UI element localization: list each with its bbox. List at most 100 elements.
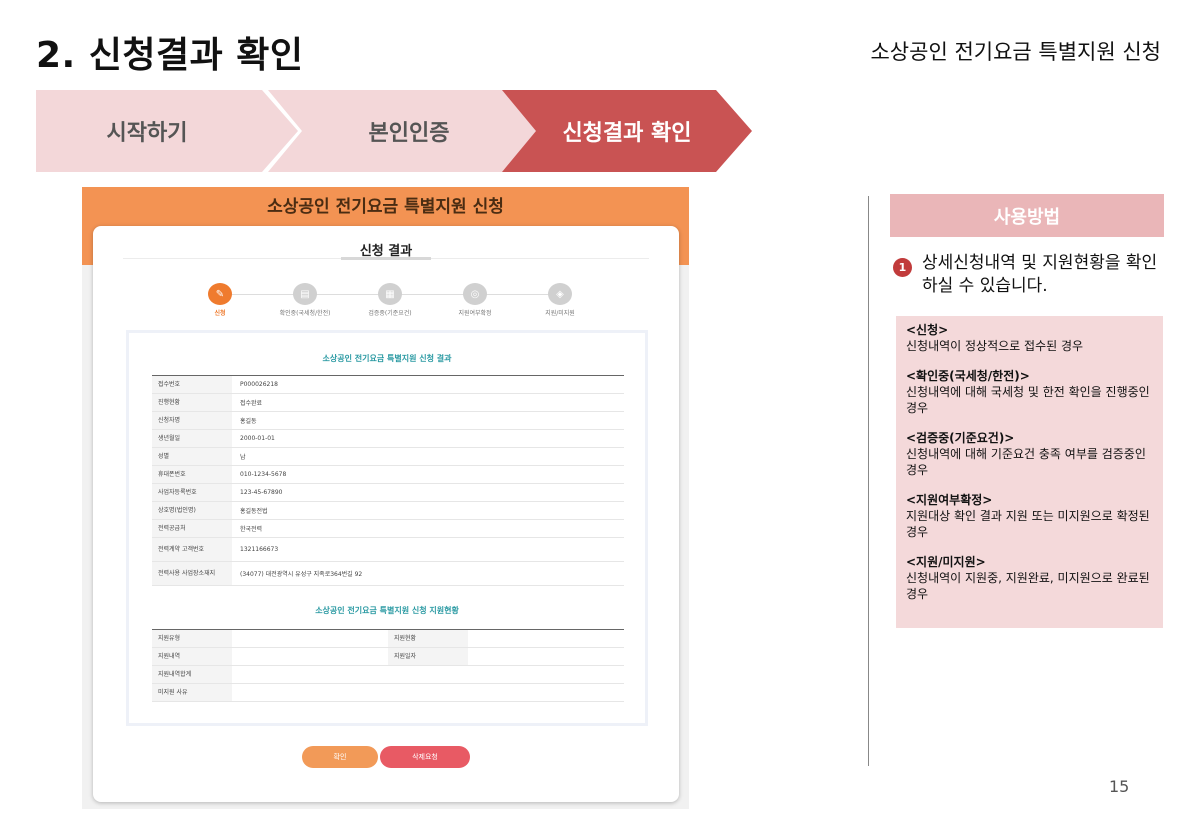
- table-row: 전력공급처 한국전력: [152, 520, 624, 538]
- row-value: 010-1234-5678: [240, 471, 287, 478]
- row-value: P000026218: [240, 381, 278, 388]
- progress-label: 확인중(국세청/한전): [279, 310, 331, 317]
- doc-icon: ▦: [378, 283, 402, 305]
- row-label: 지원현황: [388, 630, 468, 647]
- row-label: 접수번호: [152, 376, 232, 393]
- slide-title: 2. 신청결과 확인: [36, 35, 304, 76]
- row-label: 생년월일: [152, 430, 232, 447]
- row-value: 한국전력: [240, 526, 263, 533]
- row-label: 지원일자: [388, 648, 468, 665]
- table-row: 전력계약 고객번호 1321166673: [152, 538, 624, 562]
- table-row: 생년월일 2000-01-01: [152, 430, 624, 448]
- progress-label: 검증중(기준요건): [368, 310, 412, 317]
- legend-item: <지원/미지원> 신청내역이 지원중, 지원완료, 미지원으로 완료된 경우: [906, 554, 1153, 602]
- row-label: 지원내역: [152, 648, 232, 665]
- row-value: [232, 630, 388, 647]
- table-row: 사업자등록번호 123-45-67890: [152, 484, 624, 502]
- row-label: 진행현황: [152, 394, 232, 411]
- legend-head: <신청>: [906, 323, 949, 337]
- usage-step-text: 상세신청내역 및 지원현황을 확인하실 수 있습니다.: [922, 253, 1158, 296]
- progress-step-decided: ◎ 지원여부확정: [430, 283, 520, 317]
- table-row: 지원내역합계: [152, 666, 624, 684]
- step-result: 신청결과 확인: [502, 90, 752, 172]
- table-row: 신청자명 홍길동: [152, 412, 624, 430]
- row-value: [232, 648, 388, 665]
- row-value: (34077) 대전광역시 유성구 지족로364번길 92: [240, 571, 363, 578]
- row-value: 123-45-67890: [240, 489, 283, 496]
- result-card: 신청 결과 ✎ 신청 ▤ 확인중(국세청/한전) ▦ 검증중(기준요건) ◎ 지…: [93, 226, 679, 802]
- doc-icon: ▤: [293, 283, 317, 305]
- row-value: 1321166673: [240, 546, 279, 553]
- table-row: 상호명(법인명) 홍길동전법: [152, 502, 624, 520]
- row-value: [468, 630, 624, 647]
- support-table: 지원유형 지원현황 지원내역 지원일자 지원내역합계 미지원 사유: [152, 629, 624, 702]
- legend-head: <검증중(기준요건)>: [906, 431, 1015, 445]
- row-value: [232, 684, 624, 701]
- page-number: 15: [1109, 777, 1130, 796]
- title-underline: [341, 257, 431, 260]
- money-icon: ◎: [463, 283, 487, 305]
- progress-step-validating: ▦ 검증중(기준요건): [345, 283, 435, 317]
- table-row: 성별 남: [152, 448, 624, 466]
- row-label: 사업자등록번호: [152, 484, 232, 501]
- legend-desc: 지원대상 확인 결과 지원 또는 미지원으로 확정된 경우: [906, 509, 1150, 539]
- progress-step-final: ◈ 지원/미지원: [515, 283, 605, 317]
- step-start: 시작하기: [36, 90, 298, 172]
- legend-desc: 신청내역에 대해 기준요건 충족 여부를 검증중인 경우: [906, 447, 1146, 477]
- progress-label: 지원/미지원: [545, 310, 575, 317]
- support-section-title: 소상공인 전기요금 특별지원 신청 지원현황: [315, 606, 459, 615]
- usage-header: 사용방법: [890, 194, 1164, 237]
- row-label: 휴대폰번호: [152, 466, 232, 483]
- vertical-divider: [868, 196, 869, 766]
- legend-head: <확인중(국세청/한전)>: [906, 369, 1030, 383]
- progress-step-checking: ▤ 확인중(국세청/한전): [260, 283, 350, 317]
- screenshot-panel: 소상공인 전기요금 특별지원 신청 신청 결과 ✎ 신청 ▤ 확인중(국세청/한…: [82, 187, 689, 809]
- row-label: 성별: [152, 448, 232, 465]
- legend-head: <지원여부확정>: [906, 493, 993, 507]
- row-value: 접수완료: [240, 400, 263, 407]
- table-row: 미지원 사유: [152, 684, 624, 702]
- legend-desc: 신청내역에 대해 국세청 및 한전 확인을 진행중인 경우: [906, 385, 1150, 415]
- row-value: 2000-01-01: [240, 435, 275, 442]
- money-icon: ◈: [548, 283, 572, 305]
- action-buttons: 확인 삭제요청: [93, 746, 679, 768]
- row-label: 전력공급처: [152, 520, 232, 537]
- result-panel: 소상공인 전기요금 특별지원 신청 결과 접수번호 P000026218 진행현…: [126, 330, 648, 726]
- result-table: 접수번호 P000026218 진행현황 접수완료 신청자명 홍길동 생년월일 …: [152, 375, 624, 586]
- legend-head: <지원/미지원>: [906, 555, 986, 569]
- row-value: 홍길동전법: [240, 508, 268, 515]
- legend-desc: 신청내역이 지원중, 지원완료, 미지원으로 완료된 경우: [906, 571, 1150, 601]
- slide-subtitle: 소상공인 전기요금 특별지원 신청: [870, 40, 1161, 64]
- progress-step-apply: ✎ 신청: [175, 283, 265, 317]
- status-legend: <신청> 신청내역이 정상적으로 접수된 경우 <확인중(국세청/한전)> 신청…: [896, 316, 1163, 628]
- delete-request-button[interactable]: 삭제요청: [380, 746, 470, 768]
- confirm-button[interactable]: 확인: [302, 746, 378, 768]
- screen-header-title: 소상공인 전기요금 특별지원 신청: [267, 197, 504, 217]
- legend-item: <지원여부확정> 지원대상 확인 결과 지원 또는 미지원으로 확정된 경우: [906, 492, 1153, 540]
- row-label: 지원내역합계: [152, 666, 232, 683]
- legend-desc: 신청내역이 정상적으로 접수된 경우: [906, 339, 1084, 353]
- row-label: 전력계약 고객번호: [152, 538, 232, 561]
- table-row: 진행현황 접수완료: [152, 394, 624, 412]
- table-row: 휴대폰번호 010-1234-5678: [152, 466, 624, 484]
- row-value: 남: [240, 454, 246, 461]
- legend-item: <검증중(기준요건)> 신청내역에 대해 기준요건 충족 여부를 검증중인 경우: [906, 430, 1153, 478]
- step-flow: 시작하기 본인인증 신청결과 확인: [36, 90, 756, 172]
- row-value: [468, 648, 624, 665]
- row-label: 신청자명: [152, 412, 232, 429]
- table-row: 지원유형 지원현황: [152, 630, 624, 648]
- row-label: 미지원 사유: [152, 684, 232, 701]
- status-progress: ✎ 신청 ▤ 확인중(국세청/한전) ▦ 검증중(기준요건) ◎ 지원여부확정 …: [198, 283, 578, 323]
- table-row: 지원내역 지원일자: [152, 648, 624, 666]
- result-section-title: 소상공인 전기요금 특별지원 신청 결과: [322, 354, 452, 363]
- step-number-badge: 1: [893, 258, 912, 277]
- row-label: 전력사용 사업장소재지: [152, 562, 232, 585]
- table-row: 접수번호 P000026218: [152, 376, 624, 394]
- legend-item: <확인중(국세청/한전)> 신청내역에 대해 국세청 및 한전 확인을 진행중인…: [906, 368, 1153, 416]
- doc-icon: ✎: [208, 283, 232, 305]
- progress-label: 지원여부확정: [458, 310, 492, 317]
- legend-item: <신청> 신청내역이 정상적으로 접수된 경우: [906, 322, 1153, 354]
- row-label: 지원유형: [152, 630, 232, 647]
- table-row: 전력사용 사업장소재지 (34077) 대전광역시 유성구 지족로364번길 9…: [152, 562, 624, 586]
- row-value: 홍길동: [240, 418, 257, 425]
